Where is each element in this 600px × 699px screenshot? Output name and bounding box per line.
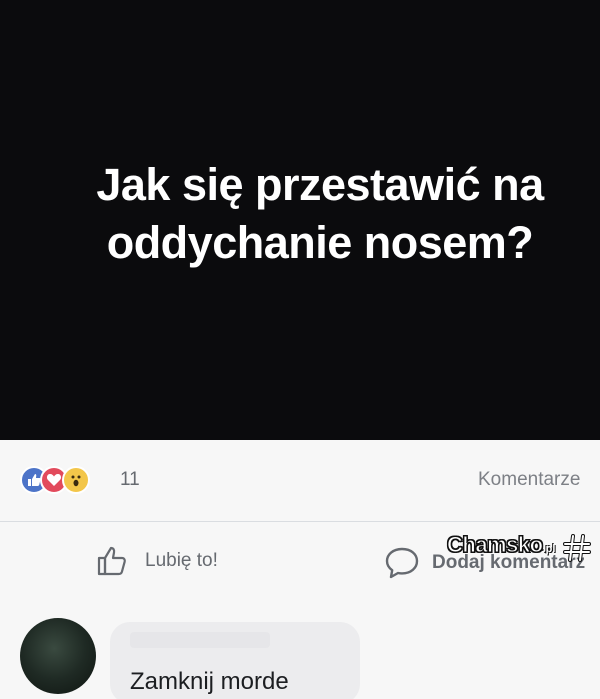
watermark-suffix: .pl bbox=[542, 543, 556, 555]
post-image-text: Jak się przestawić na oddychanie nosem? bbox=[40, 156, 600, 272]
comment-text: Zamknij morde bbox=[130, 668, 289, 695]
hash-logo-icon bbox=[562, 533, 591, 562]
avatar[interactable] bbox=[20, 618, 96, 694]
reaction-count[interactable]: 11 bbox=[120, 469, 140, 491]
like-label: Lubię to! bbox=[145, 550, 218, 571]
comment-author-redacted bbox=[130, 632, 270, 648]
watermark-name: Chamsko bbox=[447, 532, 544, 558]
speech-bubble-icon bbox=[385, 547, 419, 579]
wow-reaction-icon bbox=[62, 466, 90, 494]
watermark: Chamsko.pl bbox=[447, 532, 592, 562]
post-text-line-2: oddychanie nosem? bbox=[106, 217, 534, 268]
post-text-line-1: Jak się przestawić na bbox=[96, 159, 544, 210]
thumbs-up-icon bbox=[97, 546, 126, 576]
comments-link[interactable]: Komentarze bbox=[478, 469, 580, 491]
